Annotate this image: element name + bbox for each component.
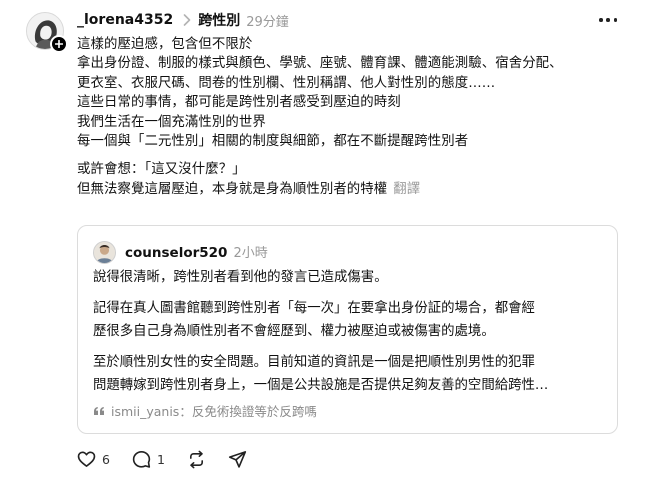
quoted-post[interactable]: counselor520 2小時 說得很清晰，跨性別者看到他的發言已造成傷害。 …: [77, 225, 618, 434]
quoted-reply-preview[interactable]: ismii_yanis：反免術換證等於反跨嗎: [93, 401, 317, 420]
translate-button[interactable]: 翻譯: [393, 182, 420, 197]
post-line: 每一個與「二元性別」相關的制度與細節，都在不斷提醒跨性別者: [77, 134, 469, 150]
post-line: 我們生活在一個充滿性別的世界: [77, 114, 266, 130]
quoted-body: 說得很清晰，跨性別者看到他的發言已造成傷害。 記得在真人圖書館聽到跨性別者「每一…: [93, 266, 608, 398]
reply-count: 1: [156, 451, 165, 467]
quote-icon: [94, 406, 104, 415]
send-icon: [228, 450, 247, 468]
action-bar: 6 1: [77, 449, 269, 469]
comment-icon: [132, 450, 151, 468]
quoted-timestamp[interactable]: 2小時: [233, 242, 267, 261]
post-line-text: 但無法察覺這層壓迫，本身就是身為順性別者的特權: [77, 181, 388, 197]
repost-icon: [189, 450, 203, 468]
plus-icon: [55, 40, 63, 48]
repost-button[interactable]: [187, 450, 206, 469]
heart-icon: [77, 450, 96, 467]
quoted-header: counselor520 2小時: [125, 242, 268, 261]
post-header: _lorena4352 跨性別 29分鐘: [77, 10, 289, 30]
quoted-line: 至於順性別女性的安全問題。目前知道的資訊是一個是把順性別男性的犯罪: [93, 354, 535, 370]
follow-button[interactable]: [50, 35, 68, 53]
topic-tag[interactable]: 跨性別: [198, 10, 240, 30]
reply-button[interactable]: 1: [132, 450, 165, 469]
quoted-line: 記得在真人圖書館聽到跨性別者「每一次」在要拿出身份証的場合，都會經: [93, 300, 535, 316]
like-count: 6: [102, 451, 110, 467]
quoted-avatar[interactable]: [93, 241, 116, 264]
post-body: 這樣的壓迫感，包含但不限於 拿出身份證、制服的樣式與顏色、學號、座號、體育課、體…: [77, 35, 617, 199]
quoted-username-link[interactable]: counselor520: [125, 245, 227, 261]
post-line: 拿出身份證、制服的樣式與顏色、學號、座號、體育課、體適能測驗、宿舍分配、: [77, 56, 563, 72]
quoted-line: 歷很多自己身為順性別者不會經歷到、權力被壓迫或被傷害的處境。: [93, 324, 495, 339]
reply-preview-text: ismii_yanis：反免術換證等於反跨嗎: [111, 404, 317, 419]
post-line: 更衣室、衣服尺碼、問卷的性別欄、性別稱謂、他人對性別的態度……: [77, 75, 496, 91]
post-line: 這些日常的事情，都可能是跨性別者感受到壓迫的時刻: [77, 95, 401, 111]
quoted-line: 問題轉嫁到跨性別者身上，一個是公共設施是否提供足夠友善的空間給跨性…: [93, 378, 549, 393]
post-timestamp[interactable]: 29分鐘: [246, 11, 289, 30]
more-icon: [599, 18, 603, 22]
avatar-image: [94, 242, 115, 263]
chevron-right-icon: [183, 14, 191, 26]
post-line: 這樣的壓迫感，包含但不限於: [77, 37, 253, 52]
share-button[interactable]: [228, 450, 247, 469]
more-options-button[interactable]: [599, 13, 617, 27]
post-line: 或許會想：「這又沒什麼？」: [77, 162, 246, 178]
quoted-line: 說得很清晰，跨性別者看到他的發言已造成傷害。: [93, 270, 388, 285]
like-button[interactable]: 6: [77, 450, 110, 469]
username-link[interactable]: _lorena4352: [77, 12, 173, 28]
post-line: 但無法察覺這層壓迫，本身就是身為順性別者的特權 翻譯: [77, 180, 617, 199]
